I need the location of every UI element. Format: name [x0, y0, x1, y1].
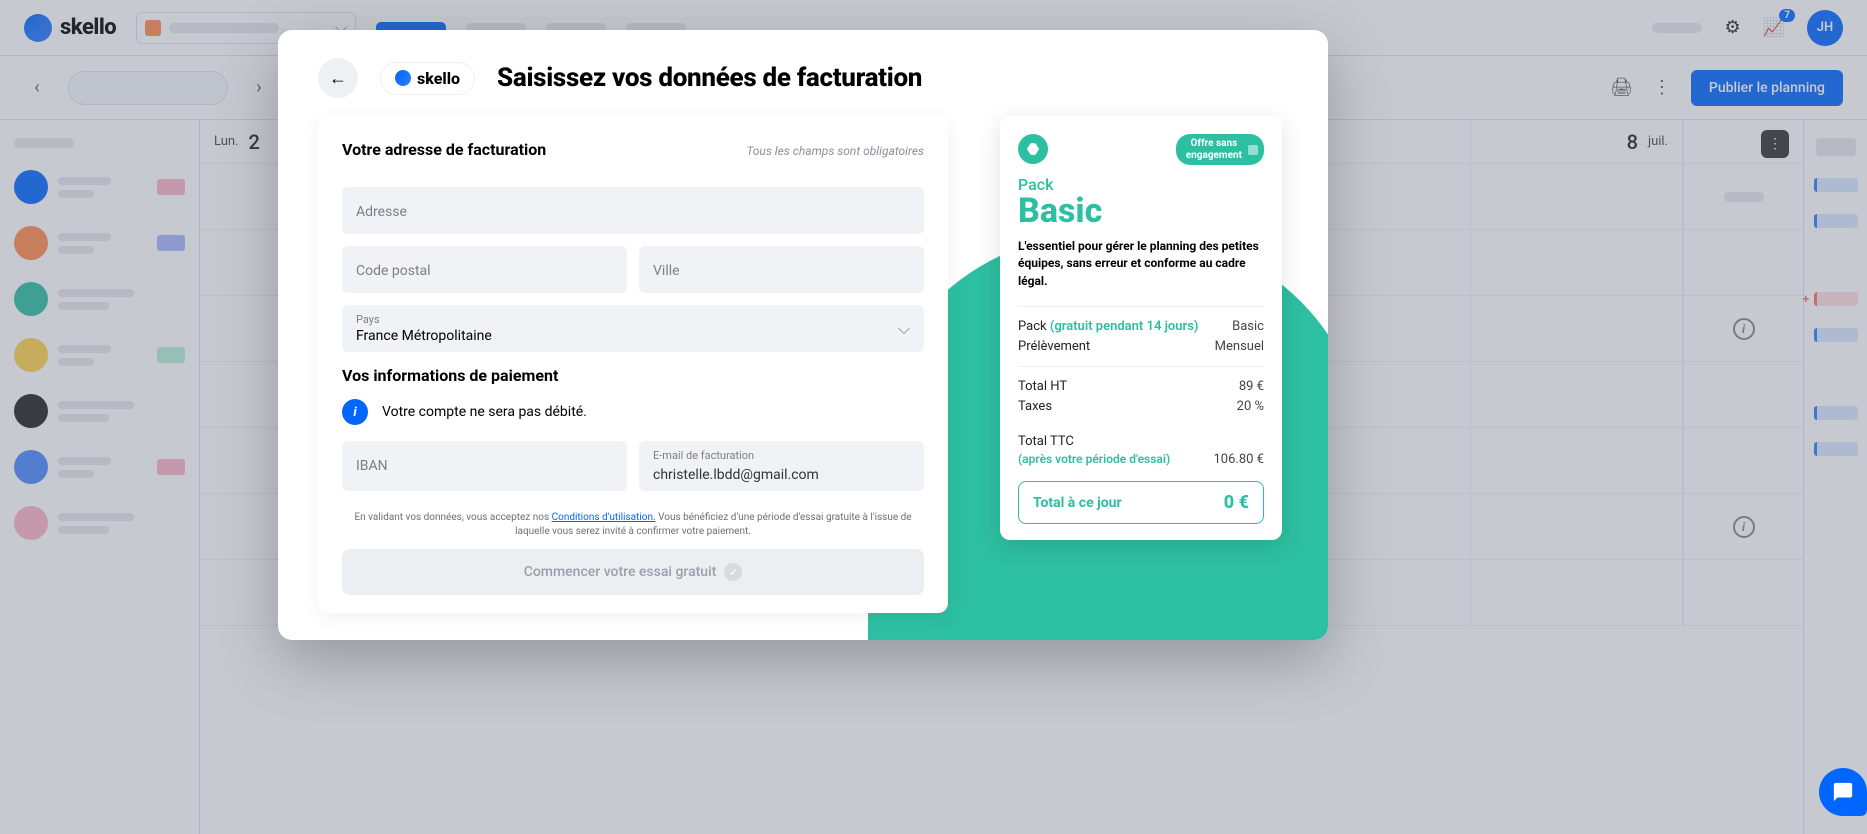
- iban-field[interactable]: [342, 441, 627, 491]
- info-text: Votre compte ne sera pas débité.: [382, 404, 587, 420]
- arrow-left-icon: ←: [329, 68, 347, 89]
- terms-link[interactable]: Conditions d'utilisation.: [552, 512, 656, 523]
- email-label: E-mail de facturation: [653, 449, 910, 462]
- pack-name: Basic: [1018, 194, 1264, 228]
- postal-input[interactable]: [356, 263, 613, 279]
- back-button[interactable]: ←: [318, 58, 358, 98]
- modal-body: Votre adresse de facturation Tous les ch…: [278, 116, 1328, 634]
- billing-form-card: Votre adresse de facturation Tous les ch…: [318, 116, 948, 613]
- summary-row-after-trial: (après votre période d'essai) 106.80 €: [1018, 452, 1264, 467]
- email-input[interactable]: [653, 467, 910, 483]
- section-title: Votre adresse de facturation: [342, 140, 546, 159]
- city-field[interactable]: [639, 246, 924, 293]
- billing-address-header: Votre adresse de facturation Tous les ch…: [342, 140, 924, 173]
- start-trial-button[interactable]: Commencer votre essai gratuit ✓: [342, 549, 924, 595]
- modal-title: Saisissez vos données de facturation: [497, 63, 922, 93]
- summary-row-taxes: Taxes 20 %: [1018, 399, 1264, 414]
- country-label: Pays: [356, 313, 910, 326]
- address-input[interactable]: [356, 204, 910, 220]
- summary-row-pack: Pack (gratuit pendant 14 jours) Basic: [1018, 319, 1264, 334]
- logo-mark-icon: [395, 70, 411, 86]
- summary-header: Offre sans engagement: [1018, 134, 1264, 165]
- billing-modal: ← skello Saisissez vos données de factur…: [278, 30, 1328, 640]
- postal-field[interactable]: [342, 246, 627, 293]
- plan-logo-icon: [1018, 134, 1048, 164]
- divider: [1018, 366, 1264, 367]
- info-banner: i Votre compte ne sera pas débité.: [342, 399, 924, 425]
- total-today-box: Total à ce jour 0 €: [1018, 481, 1264, 524]
- plan-summary-card: Offre sans engagement Pack Basic L'essen…: [1000, 116, 1282, 540]
- address-field[interactable]: [342, 187, 924, 234]
- section-title: Vos informations de paiement: [342, 366, 924, 385]
- city-input[interactable]: [653, 263, 910, 279]
- iban-input[interactable]: [356, 458, 613, 474]
- billing-email-field[interactable]: E-mail de facturation: [639, 441, 924, 491]
- country-select[interactable]: Pays France Métropolitaine ⌵: [342, 305, 924, 352]
- country-value: France Métropolitaine: [356, 328, 910, 344]
- offer-badge: Offre sans engagement: [1176, 134, 1264, 165]
- modal-logo: skello: [380, 62, 475, 95]
- legal-text: En validant vos données, vous acceptez n…: [342, 511, 924, 539]
- divider: [1018, 306, 1264, 307]
- modal-logo-text: skello: [417, 69, 460, 88]
- chat-button[interactable]: [1819, 768, 1867, 816]
- mandatory-note: Tous les champs sont obligatoires: [746, 144, 924, 158]
- modal-header: ← skello Saisissez vos données de factur…: [278, 30, 1328, 116]
- summary-row-ht: Total HT 89 €: [1018, 379, 1264, 394]
- pack-description: L'essentiel pour gérer le planning des p…: [1018, 238, 1264, 290]
- check-icon: ✓: [724, 563, 742, 581]
- chat-icon: [1832, 781, 1854, 803]
- summary-row-period: Prélèvement Mensuel: [1018, 339, 1264, 354]
- summary-row-ttc: Total TTC: [1018, 434, 1264, 449]
- submit-label: Commencer votre essai gratuit: [524, 564, 717, 580]
- info-icon: i: [342, 399, 368, 425]
